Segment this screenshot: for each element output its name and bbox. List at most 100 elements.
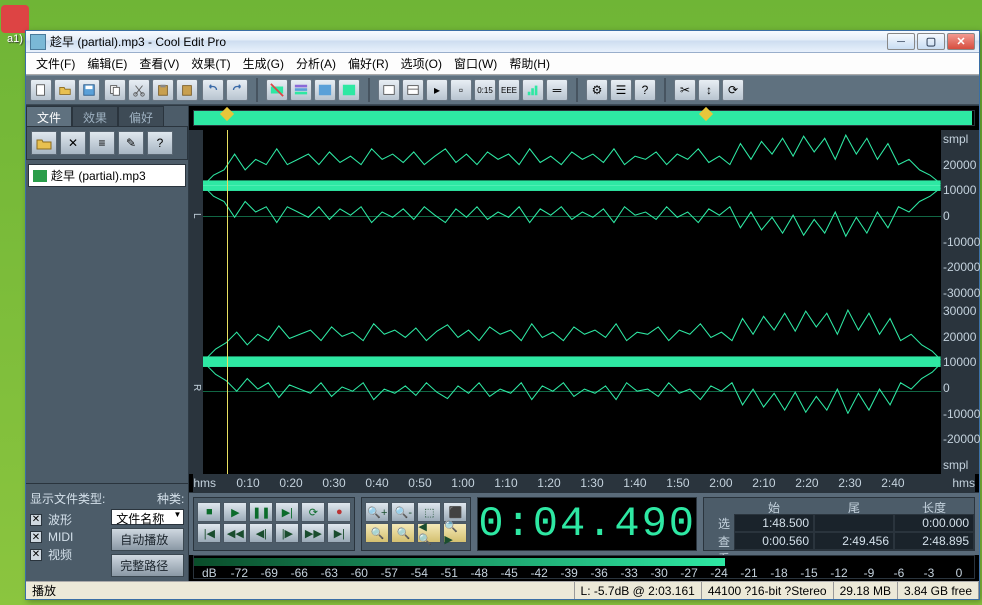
waveform-icon [33,170,47,182]
zoom-full-button[interactable]: ⬚ [417,502,441,522]
normalize-button[interactable]: ↕ [698,79,720,101]
cue-list-button[interactable] [402,79,424,101]
selection-info: 始 尾 长度 选 1:48.500 0:00.000 查看 0:00.560 2… [703,497,975,551]
insert-multitrack-button[interactable]: ≡ [89,131,115,155]
prev-marker-button[interactable]: ◀| [249,523,273,543]
waveform-left [203,133,941,238]
sel-end-value[interactable] [814,514,894,532]
status-size: 29.18 MB [834,582,898,599]
menu-generate[interactable]: 生成(G) [237,53,290,74]
open-file-button[interactable] [31,131,57,155]
level-toggle-button[interactable] [522,79,544,101]
menu-help[interactable]: 帮助(H) [503,53,556,74]
view-len-value[interactable]: 2:48.895 [894,532,974,550]
help-button[interactable]: ? [634,79,656,101]
file-list-item[interactable]: 趁早 (partial).mp3 [28,164,186,187]
play-to-end-button[interactable]: ▶| [275,502,299,522]
sidebar-tab-effects[interactable]: 效果 [72,106,118,126]
time-ruler[interactable]: hms 0:10 0:20 0:30 0:40 0:50 1:00 1:10 1… [193,474,975,492]
sidebar-tab-favorites[interactable]: 偏好 [118,106,164,126]
settings-button[interactable]: ⚙ [586,79,608,101]
checkbox-midi-label: MIDI [48,530,73,544]
menu-edit[interactable]: 编辑(E) [81,53,133,74]
menu-options[interactable]: 选项(O) [395,53,448,74]
mix-paste-button[interactable] [176,79,198,101]
close-file-button[interactable]: ✕ [60,131,86,155]
file-item-name: 趁早 (partial).mp3 [51,167,146,184]
ruler-toggle-button[interactable]: ═ [546,79,568,101]
pause-button[interactable]: ❚❚ [249,502,273,522]
cd-view-button[interactable] [338,79,360,101]
organizer-button[interactable] [378,79,400,101]
cut-button[interactable] [128,79,150,101]
trim-button[interactable]: ✂ [674,79,696,101]
go-start-button[interactable]: |◀ [197,523,221,543]
zoom-toggle-button[interactable]: ▫ [450,79,472,101]
edit-view-button[interactable] [266,79,288,101]
zoom-right-button[interactable]: 🔍▶ [443,523,467,543]
autoplay-button[interactable]: 自动播放 [111,528,184,551]
sidebar-help-button[interactable]: ? [147,131,173,155]
checkbox-midi[interactable]: ✕ [30,531,42,543]
go-end-button[interactable]: ▶| [327,523,351,543]
copy-button[interactable] [104,79,126,101]
next-marker-button[interactable]: |▶ [275,523,299,543]
view-begin-value[interactable]: 0:00.560 [734,532,814,550]
sel-toggle-button[interactable]: EEE [498,79,520,101]
zoom-in-v-button[interactable]: 🔍 [365,523,389,543]
zoom-in-h-button[interactable]: 🔍+ [365,502,389,522]
open-button[interactable] [54,79,76,101]
convert-button[interactable]: ⟳ [722,79,744,101]
checkbox-wave[interactable]: ✕ [30,514,42,526]
window-title: 趁早 (partial).mp3 - Cool Edit Pro [50,33,887,50]
level-meter[interactable]: dB-72-69-66-63-60-57-54-51-48-45-42-39-3… [193,555,975,579]
multitrack-button[interactable] [290,79,312,101]
stop-button[interactable]: ■ [197,502,221,522]
menu-window[interactable]: 窗口(W) [448,53,503,74]
maximize-button[interactable]: ▢ [917,33,945,50]
save-button[interactable] [78,79,100,101]
spectral-button[interactable] [314,79,336,101]
sel-len-value[interactable]: 0:00.000 [894,514,974,532]
record-button[interactable]: ● [327,502,351,522]
transport-toggle-button[interactable]: ▸ [426,79,448,101]
menu-analyze[interactable]: 分析(A) [290,53,342,74]
view-end-value[interactable]: 2:49.456 [814,532,894,550]
menu-file[interactable]: 文件(F) [30,53,81,74]
edit-file-button[interactable]: ✎ [118,131,144,155]
file-list[interactable]: 趁早 (partial).mp3 [26,160,188,483]
menu-favorites[interactable]: 偏好(R) [342,53,395,74]
zoom-out-v-button[interactable]: 🔍 [391,523,415,543]
scripts-button[interactable]: ☰ [610,79,632,101]
sel-hdr-length: 长度 [894,498,974,514]
rewind-button[interactable]: ◀◀ [223,523,247,543]
menu-view[interactable]: 查看(V) [133,53,185,74]
close-button[interactable]: ✕ [947,33,975,50]
new-button[interactable] [30,79,52,101]
zoom-out-h-button[interactable]: 🔍- [391,502,415,522]
fullpath-button[interactable]: 完整路径 [111,554,184,577]
waveform-canvas[interactable] [203,130,941,474]
toolbar: ▸ ▫ 0:15 EEE ═ ⚙ ☰ ? ✂ ↕ ⟳ [26,75,979,105]
titlebar[interactable]: 趁早 (partial).mp3 - Cool Edit Pro ─ ▢ ✕ [26,31,979,53]
sort-select[interactable]: 文件名称 [111,509,184,525]
menu-effects[interactable]: 效果(T) [185,53,236,74]
time-display[interactable]: 0:04.490 [477,497,697,551]
sel-begin-value[interactable]: 1:48.500 [734,514,814,532]
playhead-line[interactable] [227,130,228,474]
zoom-left-button[interactable]: ◀🔍 [417,523,441,543]
transport-panel: ■ ▶ ❚❚ ▶| ⟳ ● |◀ ◀◀ ◀| |▶ ▶▶ ▶| [193,497,355,551]
checkbox-video[interactable]: ✕ [30,549,42,561]
time-toggle-button[interactable]: 0:15 [474,79,496,101]
paste-button[interactable] [152,79,174,101]
sel-lbl-sel: 选 [704,514,734,532]
undo-button[interactable] [202,79,224,101]
play-button[interactable]: ▶ [223,502,247,522]
redo-button[interactable] [226,79,248,101]
loop-button[interactable]: ⟳ [301,502,325,522]
sidebar-tab-files[interactable]: 文件 [26,106,72,126]
overview-bar[interactable] [193,110,975,126]
forward-button[interactable]: ▶▶ [301,523,325,543]
zoom-sel-button[interactable]: ⬛ [443,502,467,522]
minimize-button[interactable]: ─ [887,33,915,50]
